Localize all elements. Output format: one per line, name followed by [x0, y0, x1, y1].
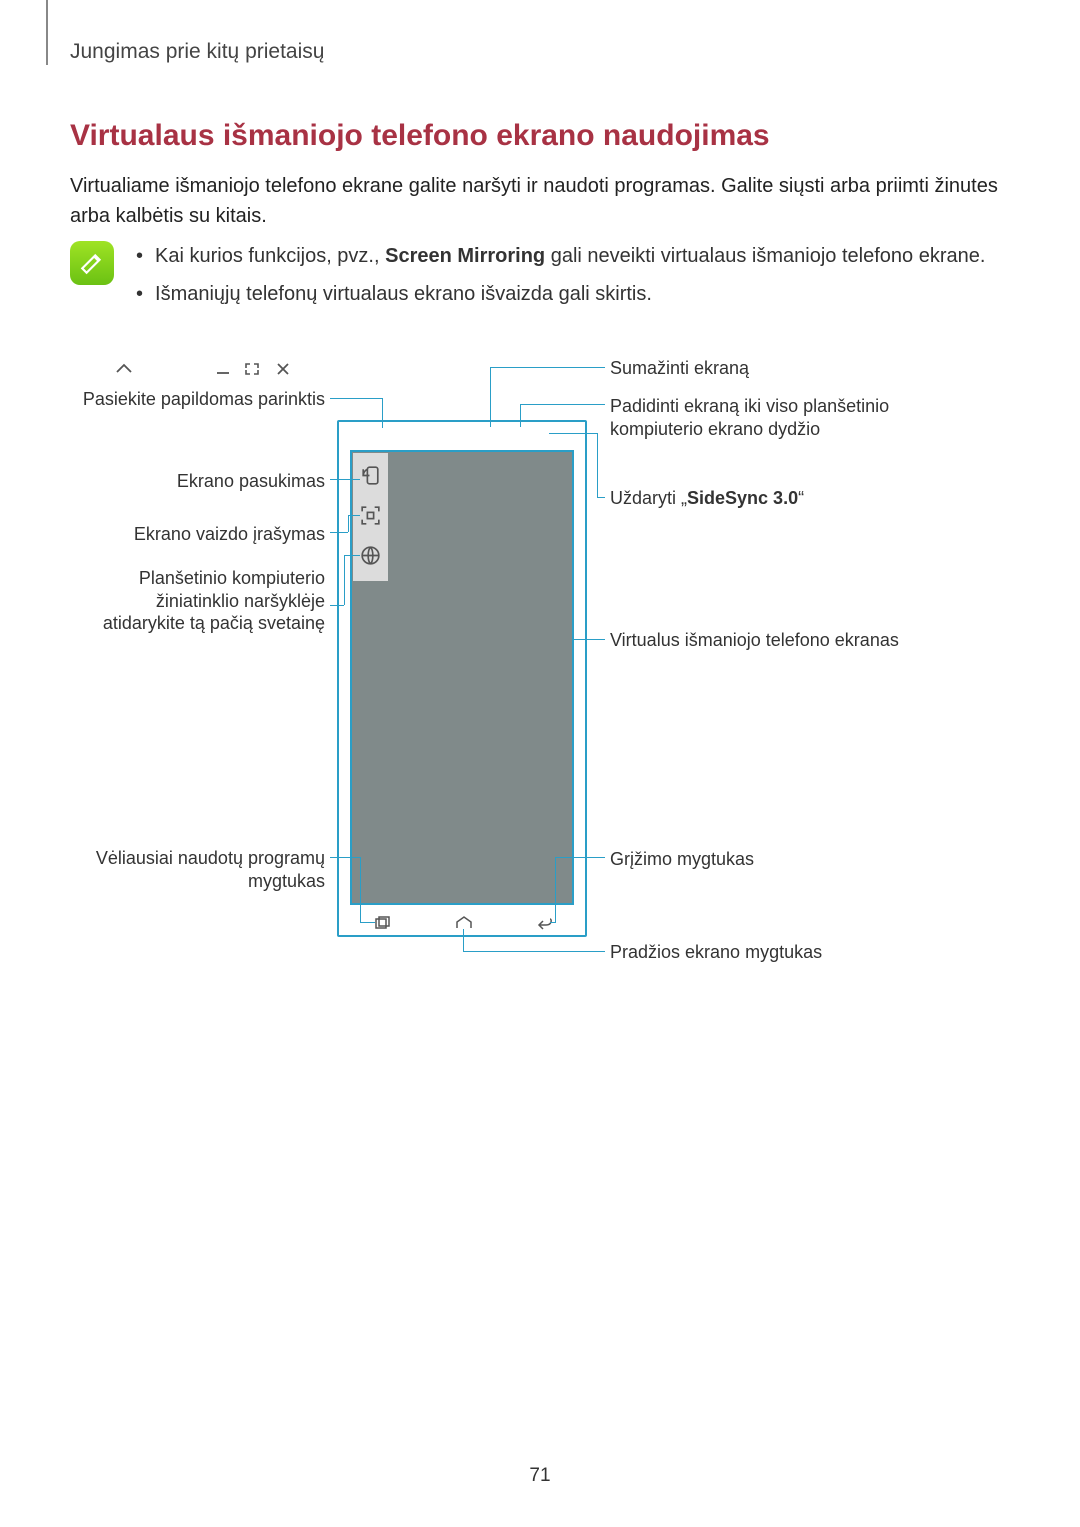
leader-line — [549, 433, 597, 434]
callout-home-btn: Pradžios ekrano mygtukas — [610, 941, 900, 964]
note-1-bold: Screen Mirroring — [385, 245, 545, 267]
leader-line — [348, 515, 360, 516]
note-2-text: Išmaniųjų telefonų virtualaus ekrano išv… — [155, 279, 652, 309]
callout-capture: Ekrano vaizdo įrašymas — [75, 523, 325, 546]
capture-icon — [358, 503, 383, 528]
leader-line — [463, 951, 605, 952]
leader-line — [330, 398, 382, 399]
leader-line — [555, 857, 556, 922]
leader-line — [382, 398, 383, 428]
leader-line — [520, 404, 521, 427]
leader-line — [463, 929, 464, 951]
note-list: • Kai kurios funkcijos, pvz., Screen Mir… — [134, 241, 985, 317]
close-icon — [275, 362, 291, 381]
header-rule — [46, 0, 48, 65]
note-icon — [70, 241, 114, 285]
callout-open-same-site: Planšetinio kompiuterio žiniatinklio nar… — [75, 567, 325, 635]
leader-line — [550, 922, 556, 923]
leader-line — [490, 367, 491, 427]
callout-maximize: Padidinti ekraną iki viso planšetinio ko… — [610, 395, 900, 440]
bullet-dot: • — [136, 279, 143, 309]
leader-line — [574, 639, 605, 640]
callout-close-sidesync: Uždaryti „SideSync 3.0“ — [610, 487, 900, 510]
maximize-icon — [244, 362, 260, 381]
note-1-text: Kai kurios funkcijos, pvz., Screen Mirro… — [155, 241, 985, 271]
leader-line — [330, 532, 348, 533]
leader-line — [330, 605, 344, 606]
leader-line — [360, 857, 361, 922]
pencil-note-icon — [79, 250, 105, 276]
leader-line — [344, 555, 345, 605]
leader-line — [597, 433, 598, 497]
leader-line — [520, 404, 605, 405]
callout-rotate: Ekrano pasukimas — [75, 470, 325, 493]
section-header: Jungimas prie kitų prietaisų — [70, 40, 1010, 64]
callout-recent-apps-btn: Vėliausiai naudotų programų mygtukas — [75, 847, 325, 892]
callout-close-bold: SideSync 3.0 — [687, 488, 798, 508]
note-bullet-2: • Išmaniųjų telefonų virtualaus ekrano i… — [134, 279, 985, 309]
rotate-icon — [358, 463, 383, 488]
note-bullet-1: • Kai kurios funkcijos, pvz., Screen Mir… — [134, 241, 985, 271]
leader-line — [555, 857, 605, 858]
bullet-dot: • — [136, 241, 143, 271]
leader-line — [490, 367, 605, 368]
callout-minimize: Sumažinti ekraną — [610, 357, 900, 380]
diagram: Pasiekite papildomas parinktis Ekrano pa… — [70, 357, 1010, 997]
note-block: • Kai kurios funkcijos, pvz., Screen Mir… — [70, 241, 1010, 317]
callout-virtual-screen: Virtualus išmaniojo telefono ekranas — [610, 629, 900, 652]
leader-line — [330, 479, 360, 480]
callout-more-options: Pasiekite papildomas parinktis — [75, 388, 325, 411]
leader-line — [597, 497, 605, 498]
back-icon — [536, 916, 554, 930]
leader-line — [344, 555, 360, 556]
leader-line — [330, 857, 360, 858]
page-title: Virtualaus išmaniojo telefono ekrano nau… — [70, 119, 1010, 153]
note-1-pre: Kai kurios funkcijos, pvz., — [155, 245, 385, 267]
intro-paragraph: Virtualiame išmaniojo telefono ekrane ga… — [70, 171, 1010, 231]
leader-line — [360, 922, 375, 923]
globe-icon — [358, 543, 383, 568]
chevron-up-icon — [115, 362, 133, 381]
document-page: Jungimas prie kitų prietaisų Virtualaus … — [0, 0, 1080, 1527]
minimize-icon — [215, 362, 231, 381]
page-number: 71 — [0, 1465, 1080, 1487]
callout-close-post: “ — [798, 488, 804, 508]
home-icon — [455, 916, 473, 930]
callout-back-btn: Grįžimo mygtukas — [610, 848, 900, 871]
leader-line — [348, 515, 349, 532]
note-1-post: gali neveikti virtualaus išmaniojo telef… — [545, 245, 985, 267]
recent-apps-icon — [373, 916, 391, 930]
callout-close-pre: Uždaryti „ — [610, 488, 687, 508]
